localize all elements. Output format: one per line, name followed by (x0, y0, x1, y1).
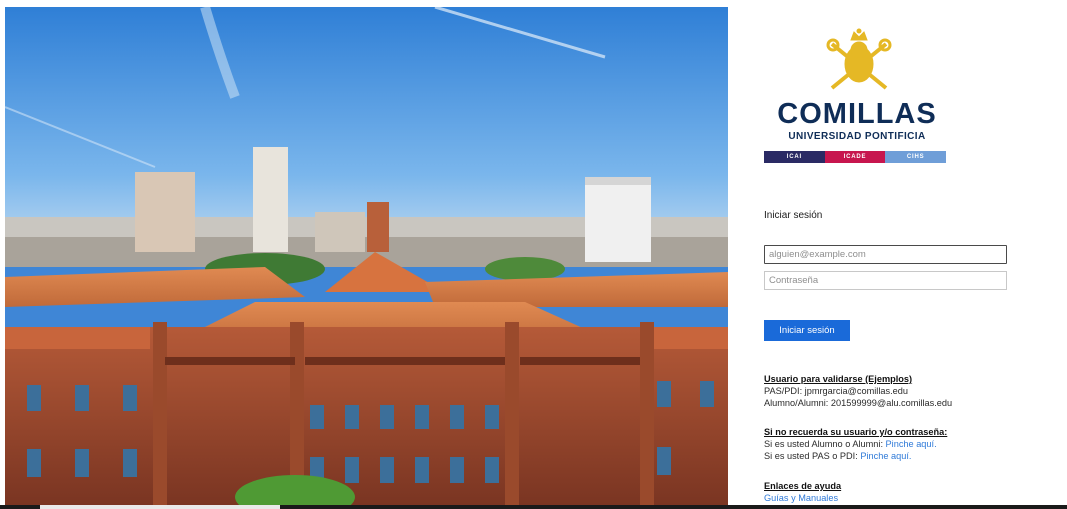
help-heading: Enlaces de ayuda (764, 481, 842, 491)
school-bar: ICAI ICADE CIHS (764, 151, 947, 163)
examples-heading: Usuario para validarse (Ejemplos) (764, 374, 913, 384)
campus-illustration (5, 7, 728, 505)
recovery-heading: Si no recuerda su usuario y/o contraseña… (764, 427, 948, 437)
recovery-link-pas[interactable]: Pinche aquí. (860, 451, 911, 461)
brand-subtitle: UNIVERSIDAD PONTIFICIA (788, 131, 926, 142)
recovery-text: Si es usted PAS o PDI: (764, 451, 861, 461)
brand-name: COMILLAS (777, 98, 937, 130)
signin-title: Iniciar sesión (764, 210, 823, 221)
recovery-link-alumno[interactable]: Pinche aquí. (886, 439, 937, 449)
school-icade: ICADE (824, 151, 886, 163)
recovery-line-pas: Si es usted PAS o PDI: Pinche aquí. (764, 450, 947, 462)
school-cihs: CIHS (885, 151, 947, 163)
login-panel: COMILLAS UNIVERSIDAD PONTIFICIA ICAI ICA… (750, 0, 1067, 509)
recovery-line-alumno: Si es usted Alumno o Alumni: Pinche aquí… (764, 438, 947, 450)
recovery-section: Si no recuerda su usuario y/o contraseña… (764, 426, 947, 462)
university-crest-icon (826, 28, 892, 90)
example-line: PAS/PDI: jpmrgarcia@comillas.edu (764, 386, 908, 396)
scroll-thumb[interactable] (40, 505, 280, 509)
hero-photo (5, 7, 728, 505)
recovery-text: Si es usted Alumno o Alumni: (764, 439, 886, 449)
help-section: Enlaces de ayuda Guías y Manuales (764, 480, 841, 504)
school-icai: ICAI (764, 151, 825, 163)
email-input[interactable] (764, 245, 1007, 264)
password-input[interactable] (764, 271, 1007, 290)
signin-button[interactable]: Iniciar sesión (764, 320, 850, 341)
guides-link[interactable]: Guías y Manuales (764, 493, 838, 503)
examples-section: Usuario para validarse (Ejemplos) PAS/PD… (764, 373, 952, 409)
example-line: Alumno/Alumni: 201599999@alu.comillas.ed… (764, 398, 953, 408)
